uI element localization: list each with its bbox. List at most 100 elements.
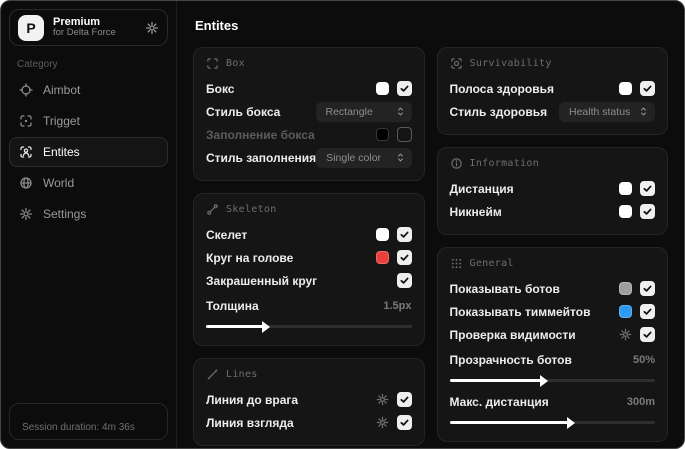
slider-track[interactable] [206,320,412,333]
sidebar-item-label: Aimbot [43,83,81,97]
slider-fill [206,325,264,328]
setting-label: Дистанция [449,181,514,196]
setting-row: Стиль бокса Rectangle [206,100,412,123]
panel-title: Skeleton [226,204,277,215]
slider-track[interactable] [449,416,655,429]
color-swatch[interactable] [619,305,632,318]
checkbox[interactable] [640,181,655,196]
row-controls [375,250,412,265]
panel-skeleton: Skeleton Скелет Круг на голове Закрашенный … [193,193,425,346]
setting-row: Прозрачность ботов 50% [450,348,656,371]
session-duration: Session duration: 4m 36s [9,403,168,440]
sidebar-item-aimbot[interactable]: Aimbot [9,75,168,105]
setting-row: Скелет [206,223,412,246]
color-swatch[interactable] [619,182,632,195]
panel-columns: Box Бокс Стиль бокса Rectangle Заполнение бо… [193,47,668,446]
setting-label: Показывать тиммейтов [449,304,591,319]
select-dropdown[interactable]: Rectangle [315,101,412,122]
color-swatch[interactable] [619,82,632,95]
setting-row: Линия до врага [206,388,412,411]
row-controls [375,227,412,242]
slider-setting: Макс. дистанция 300m [449,388,656,430]
checkbox[interactable] [640,327,655,342]
row-controls [375,127,412,142]
sidebar-item-label: Settings [43,207,87,221]
header-gear-icon[interactable] [145,21,159,35]
chevrons-up-down-icon [638,106,649,117]
color-swatch[interactable] [375,228,389,241]
sidebar: P Premium for Delta Force Category Aimbo… [1,1,177,448]
chevrons-up-down-icon [395,152,406,163]
checkbox[interactable] [396,273,412,288]
panel-title: Lines [226,369,258,380]
general-icon [450,257,463,270]
checkbox[interactable] [640,204,655,219]
row-controls [619,304,655,319]
sidebar-item-trigget[interactable]: Trigget [9,106,168,136]
slider-thumb[interactable] [261,320,270,333]
session-duration-text: Session duration: 4m 36s [22,422,135,433]
panel-title: Survivability [469,58,552,69]
setting-row: Заполнение бокса [206,123,412,146]
row-gear-icon[interactable] [619,328,632,341]
setting-label: Прозрачность ботов [449,352,572,367]
trigger-icon [19,114,33,128]
slider-setting: Прозрачность ботов 50% [449,346,656,388]
row-controls [619,281,655,296]
setting-row: Показывать ботов [449,277,655,300]
checkbox[interactable] [396,81,412,96]
setting-label: Показывать ботов [449,281,560,296]
setting-label: Никнейм [449,204,502,219]
slider-value: 50% [632,353,655,366]
survivability-icon [450,57,463,70]
checkbox[interactable] [396,250,412,265]
row-gear-icon[interactable] [376,393,389,406]
lines-icon [206,368,219,381]
aimbot-icon [19,83,33,97]
slider-value: 300m [626,395,655,408]
checkbox[interactable] [396,415,412,430]
settings-icon [19,207,33,221]
checkbox[interactable] [640,281,655,296]
setting-row: Макс. дистанция 300m [450,390,656,413]
row-controls [375,81,412,96]
checkbox[interactable] [640,81,655,96]
sidebar-item-entites[interactable]: Entites [9,137,168,167]
color-swatch[interactable] [375,82,389,95]
setting-row: Дистанция [449,177,655,200]
checkbox[interactable] [396,127,412,142]
color-swatch[interactable] [619,205,632,218]
sidebar-item-world[interactable]: World [9,168,168,198]
row-gear-icon[interactable] [376,416,389,429]
setting-row: Никнейм [449,200,655,223]
sidebar-item-settings[interactable]: Settings [9,199,168,229]
setting-label: Стиль здоровья [449,104,548,119]
panel-header: General [450,257,656,270]
row-controls [396,273,412,288]
panel-header: Skeleton [206,203,412,216]
page-title: Entites [195,18,239,33]
product-card: P Premium for Delta Force [9,9,168,46]
setting-label: Линия взгляда [206,415,294,430]
color-swatch[interactable] [375,251,389,264]
select-dropdown[interactable]: Health status [559,101,655,122]
checkbox[interactable] [396,227,412,242]
slider-thumb[interactable] [539,374,548,387]
setting-label: Проверка видимости [449,327,576,342]
select-dropdown[interactable]: Single color [316,147,413,168]
checkbox[interactable] [640,304,655,319]
sidebar-item-label: Entites [43,145,80,159]
color-swatch[interactable] [375,128,389,141]
slider-thumb[interactable] [566,416,575,429]
panel-lines: Lines Линия до врага Линия взгляда [193,358,425,446]
checkbox[interactable] [396,392,412,407]
setting-label: Скелет [206,227,248,242]
category-label: Category [17,59,58,70]
setting-label: Полоса здоровья [449,81,554,96]
slider-track[interactable] [449,374,655,387]
sidebar-nav: Aimbot Trigget Entites World Settings [9,75,168,229]
setting-row: Показывать тиммейтов [449,300,655,323]
color-swatch[interactable] [619,282,632,295]
slider-setting: Толщина 1.5px [206,292,412,334]
setting-row: Полоса здоровья [449,77,655,100]
